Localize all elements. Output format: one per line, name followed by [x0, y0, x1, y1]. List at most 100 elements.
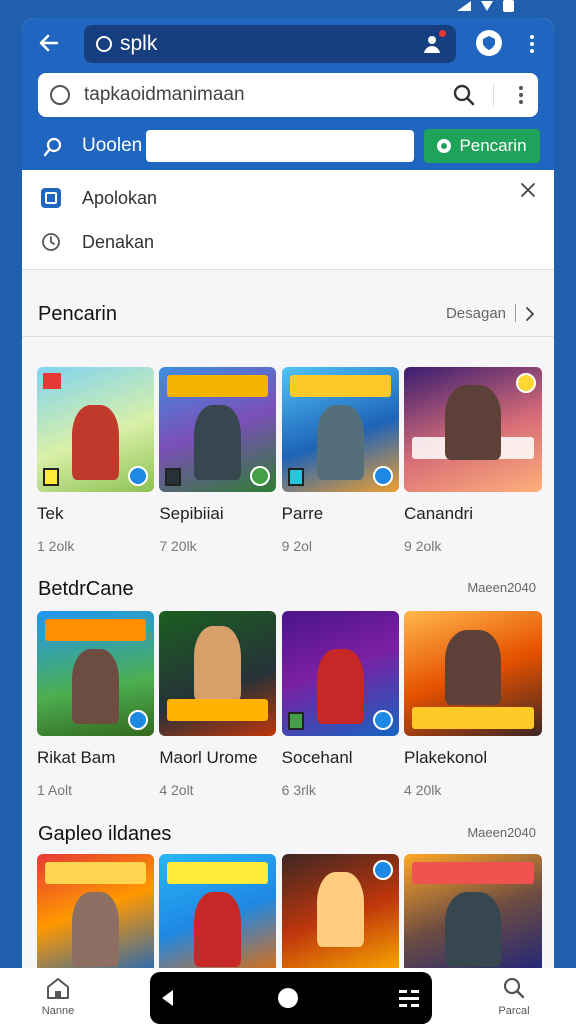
account-icon[interactable]	[420, 30, 446, 56]
shield-button[interactable]	[476, 30, 502, 56]
game-title: Rikat Bam	[37, 748, 116, 767]
back-button[interactable]	[32, 26, 66, 60]
search-band: tapkaoidmanimaan Uoolen Pencarin	[22, 70, 554, 170]
game-card[interactable]	[281, 854, 399, 968]
search-button-label: Pencarin	[459, 136, 527, 155]
game-thumbnail	[159, 611, 277, 736]
game-title: Canandri	[403, 504, 473, 523]
game-thumbnail	[159, 854, 277, 968]
system-navigation-bar	[150, 972, 432, 1024]
search-icon	[503, 977, 525, 999]
game-thumbnail	[403, 611, 542, 736]
game-meta: 9 2ol	[281, 538, 313, 554]
nav-search-label: Parcal	[498, 1005, 530, 1017]
suggestion-item[interactable]: Denakan	[22, 222, 554, 262]
game-thumbnail	[37, 611, 154, 736]
game-card[interactable]: Maorl Urome 4 2olt	[159, 611, 277, 798]
system-recents-icon[interactable]	[398, 988, 420, 1008]
game-meta: 4 20lk	[403, 782, 442, 798]
game-meta: 7 20lk	[159, 538, 197, 554]
game-thumbnail	[37, 367, 154, 492]
search-icon	[43, 137, 62, 157]
section-title: Pencarin	[38, 303, 117, 325]
game-title: Maorl Urome	[159, 748, 258, 767]
nav-search[interactable]: Parcal	[492, 976, 536, 1017]
search-box[interactable]: tapkaoidmanimaan	[38, 73, 538, 117]
game-meta: 4 2olt	[159, 782, 194, 798]
game-title: Socehanl	[281, 748, 353, 767]
section-header[interactable]: Pencarin Desagan	[22, 284, 554, 344]
close-icon	[521, 183, 535, 197]
chevron-right-icon[interactable]	[522, 306, 538, 322]
section-more-link[interactable]: Desagan	[446, 305, 506, 322]
game-thumbnail	[403, 854, 542, 968]
game-thumbnail	[281, 367, 399, 492]
game-card[interactable]: Socehanl 6 3rlk	[281, 611, 399, 798]
game-thumbnail	[403, 367, 542, 492]
suggestion-dropdown: Apolokan Denakan	[22, 170, 554, 270]
game-thumbnail	[159, 367, 277, 492]
game-meta: 9 2olk	[403, 538, 442, 554]
game-grid: Rikat Bam 1 Aolt Maorl Urome 4 2olt Soce…	[37, 611, 542, 798]
arrow-left-icon	[39, 34, 59, 52]
nav-home[interactable]: Nanne	[36, 976, 80, 1017]
game-thumbnail	[281, 611, 399, 736]
close-button[interactable]	[516, 178, 540, 202]
game-card[interactable]: Plakekonol 4 20lk	[403, 611, 542, 798]
section-more-link[interactable]: Maeen2040	[467, 580, 536, 595]
filter-input[interactable]	[146, 130, 414, 162]
game-meta: 6 3rlk	[281, 782, 316, 798]
game-card[interactable]: Canandri 9 2olk	[403, 367, 542, 554]
suggestion-label: Apolokan	[82, 187, 158, 208]
divider	[22, 336, 554, 337]
section-title: BetdrCane	[38, 578, 134, 600]
suggestion-item[interactable]: Apolokan	[22, 178, 554, 218]
system-home-icon[interactable]	[278, 988, 298, 1008]
game-thumbnail	[37, 854, 154, 968]
game-card[interactable]	[403, 854, 542, 968]
game-card[interactable]	[159, 854, 277, 968]
wifi-icon	[481, 1, 493, 11]
filter-label: Uoolen	[82, 135, 143, 156]
game-card[interactable]: Rikat Bam 1 Aolt	[37, 611, 154, 798]
status-bar	[0, 0, 576, 18]
url-text: splk	[120, 32, 158, 55]
game-title: Parre	[281, 504, 324, 523]
game-grid	[37, 854, 542, 968]
circle-icon	[96, 36, 112, 52]
app-icon	[41, 188, 61, 208]
history-icon	[42, 233, 60, 251]
bottom-navigation: Nanne Parcal	[0, 968, 576, 1024]
more-options-icon[interactable]	[493, 84, 526, 106]
game-meta: 1 2olk	[37, 538, 75, 554]
game-grid: Tek 1 2olk Sepibiiai 7 20lk Parre 9 2ol	[37, 367, 542, 554]
circle-icon	[50, 85, 70, 105]
section-title: Gapleo ildanes	[38, 823, 172, 845]
suggestion-label: Denakan	[82, 231, 155, 252]
battery-icon	[503, 0, 514, 12]
overflow-menu-button[interactable]	[520, 30, 544, 58]
game-title: Plakekonol	[403, 748, 488, 767]
nav-home-label: Nanne	[41, 1005, 75, 1017]
url-bar[interactable]: splk	[84, 25, 456, 63]
system-back-icon[interactable]	[162, 990, 173, 1006]
game-card[interactable]: Sepibiiai 7 20lk	[159, 367, 277, 554]
target-icon	[437, 139, 452, 153]
game-title: Sepibiiai	[159, 504, 224, 523]
section-more-link[interactable]: Maeen2040	[467, 825, 536, 840]
home-icon	[47, 978, 69, 999]
filter-row: Uoolen Pencarin	[22, 128, 554, 164]
shield-icon	[483, 36, 495, 50]
game-card[interactable]: Tek 1 2olk	[37, 367, 154, 554]
game-title: Tek	[37, 504, 64, 523]
game-card[interactable]: Parre 9 2ol	[281, 367, 399, 554]
search-input[interactable]: tapkaoidmanimaan	[84, 84, 451, 106]
signal-icon	[457, 1, 471, 11]
app-window: splk tapkaoidmanimaan Uoolen Pencarin Ap…	[22, 18, 554, 968]
game-card[interactable]	[37, 854, 154, 968]
search-icon[interactable]	[451, 82, 477, 108]
top-bar: splk	[22, 18, 554, 70]
game-meta: 1 Aolt	[37, 782, 73, 798]
game-thumbnail	[281, 854, 399, 968]
search-button[interactable]: Pencarin	[424, 129, 540, 163]
